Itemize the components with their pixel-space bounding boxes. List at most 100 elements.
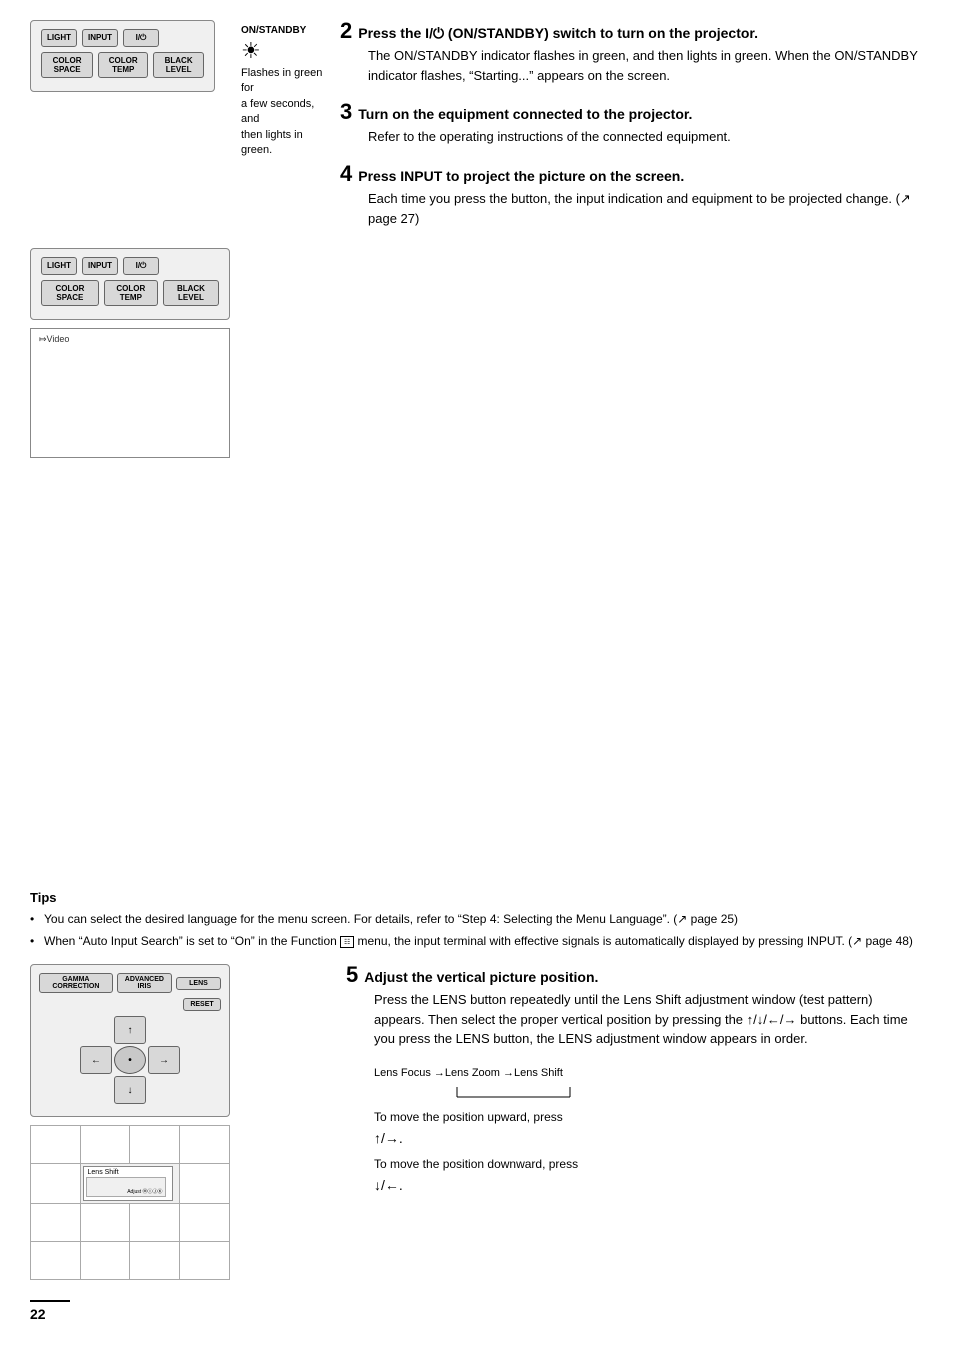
tips-list: You can select the desired language for …: [30, 910, 924, 950]
grid-cell-4-3: [130, 1242, 180, 1280]
grid-row-1: [31, 1126, 230, 1164]
step-5: 5 Adjust the vertical picture position. …: [346, 964, 924, 1197]
screen-label: ⤇Video: [39, 334, 69, 345]
panel2-btn-colortemp: COLOR TEMP: [104, 280, 158, 306]
grid-cell-4-4: [180, 1242, 230, 1280]
lens-btn-reset: RESET: [183, 998, 221, 1011]
lens-seq-bracket-line: [374, 1085, 924, 1102]
panel2-row-1: LIGHT INPUT I/⏻: [41, 257, 219, 275]
step-4-header: 4 Press INPUT to project the picture on …: [340, 163, 924, 185]
step-5-header: 5 Adjust the vertical picture position.: [346, 964, 924, 986]
panel2-btn-input: INPUT: [82, 257, 118, 275]
grid-cell-2-1: [31, 1164, 81, 1204]
page-number: 22: [30, 1300, 70, 1322]
lens-shift-display: Lens Shift Adjust ⓂⒾⒿⓀ: [80, 1164, 180, 1204]
lens-btn-iris: ADVANCED IRIS: [117, 973, 172, 993]
grid-cell-4-2: [80, 1242, 130, 1280]
panel2-btn-light: LIGHT: [41, 257, 77, 275]
grid-cell-3-4: [180, 1204, 230, 1242]
step-2: 2 Press the I/⏻ (ON/STANDBY) switch to t…: [340, 20, 924, 85]
panel-btn-colorspace: COLOR SPACE: [41, 52, 93, 78]
step-3-title: Turn on the equipment connected to the p…: [358, 105, 692, 123]
step-4-body: Each time you press the button, the inpu…: [368, 189, 924, 228]
grid-cell-1-1: [31, 1126, 81, 1164]
bottom-right: 5 Adjust the vertical picture position. …: [346, 964, 924, 1280]
lens-seq-text: Lens Focus →Lens Zoom →Lens Shift: [374, 1067, 563, 1079]
step-4-title: Press INPUT to project the picture on th…: [358, 167, 684, 185]
lens-grid-table: Lens Shift Adjust ⓂⒾⒿⓀ: [30, 1125, 230, 1280]
grid-cell-3-3: [130, 1204, 180, 1242]
grid-cell-1-3: [130, 1126, 180, 1164]
grid-cell-4-1: [31, 1242, 81, 1280]
screen-display: ⤇Video: [30, 328, 230, 458]
grid-row-3: [31, 1204, 230, 1242]
menu-icon: ☷: [340, 936, 354, 948]
step-3-header: 3 Turn on the equipment connected to the…: [340, 101, 924, 123]
panel-btn-light: LIGHT: [41, 29, 77, 47]
indicator-label: ON/STANDBY: [241, 25, 306, 36]
step-3-body: Refer to the operating instructions of t…: [368, 127, 924, 147]
panel2-btn-power: I/⏻: [123, 257, 159, 275]
step-4: 4 Press INPUT to project the picture on …: [340, 163, 924, 228]
step-2-header: 2 Press the I/⏻ (ON/STANDBY) switch to t…: [340, 20, 924, 42]
panel2-btn-blacklevel: BLACK LEVEL: [163, 280, 219, 306]
lens-adjust-label: Adjust ⓂⒾⒿⓀ: [127, 1188, 162, 1195]
step-3: 3 Turn on the equipment connected to the…: [340, 101, 924, 147]
dpad-down: ↓: [114, 1076, 146, 1104]
main-content: LIGHT INPUT I/⏻ COLOR SPACE COLOR TEMP B…: [30, 20, 924, 880]
bottom-left: GAMMA CORRECTION ADVANCED IRIS LENS RESE…: [30, 964, 330, 1280]
lens-shift-label: Lens Shift: [86, 1169, 170, 1176]
step-2-body: The ON/STANDBY indicator flashes in gree…: [368, 46, 924, 85]
lens-panel-row2: RESET: [39, 998, 221, 1011]
sun-icon: ☀: [241, 40, 261, 62]
tips-section: Tips You can select the desired language…: [30, 890, 924, 954]
lens-bracket-svg: [374, 1085, 574, 1099]
left-column: LIGHT INPUT I/⏻ COLOR SPACE COLOR TEMP B…: [30, 20, 330, 880]
lens-down-note: To move the position downward, press ↓/←…: [374, 1155, 924, 1197]
step-2-num: 2: [340, 20, 352, 42]
panel-row-1: LIGHT INPUT I/⏻: [41, 29, 204, 47]
panel-btn-input: INPUT: [82, 29, 118, 47]
right-column: 2 Press the I/⏻ (ON/STANDBY) switch to t…: [340, 20, 924, 880]
grid-cell-1-4: [180, 1126, 230, 1164]
lens-panel: GAMMA CORRECTION ADVANCED IRIS LENS RESE…: [30, 964, 230, 1117]
indicator-area: ON/STANDBY ☀ Flashes in green for a few …: [241, 25, 330, 158]
step-5-num: 5: [346, 964, 358, 986]
dpad: ↑ ← • → ↓: [80, 1016, 180, 1104]
dpad-center: •: [114, 1046, 146, 1074]
top-section: LIGHT INPUT I/⏻ COLOR SPACE COLOR TEMP B…: [30, 20, 330, 158]
panel-btn-power: I/⏻: [123, 29, 159, 47]
step-3-num: 3: [340, 101, 352, 123]
panel-1: LIGHT INPUT I/⏻ COLOR SPACE COLOR TEMP B…: [30, 20, 215, 92]
step-2-title: Press the I/⏻ (ON/STANDBY) switch to tur…: [358, 24, 758, 42]
step-5-title: Adjust the vertical picture position.: [364, 968, 598, 986]
dpad-left: ←: [80, 1046, 112, 1074]
tips-item-1: You can select the desired language for …: [30, 910, 924, 928]
grid-cell-1-2: [80, 1126, 130, 1164]
grid-row-4: [31, 1242, 230, 1280]
bottom-section: GAMMA CORRECTION ADVANCED IRIS LENS RESE…: [30, 964, 924, 1280]
panel-2-wrapper: LIGHT INPUT I/⏻ COLOR SPACE COLOR TEMP B…: [30, 248, 330, 458]
grid-cell-2-4: [180, 1164, 230, 1204]
grid-cell-3-2: [80, 1204, 130, 1242]
panel-row-2: COLOR SPACE COLOR TEMP BLACK LEVEL: [41, 52, 204, 78]
tips-item-2: When “Auto Input Search” is set to “On” …: [30, 932, 924, 950]
panel-btn-colortemp: COLOR TEMP: [98, 52, 148, 78]
spacer-1: [30, 178, 330, 238]
dpad-right: →: [148, 1046, 180, 1074]
indicator-text: Flashes in green for a few seconds, and …: [241, 66, 330, 158]
step-4-num: 4: [340, 163, 352, 185]
lens-sequence-wrapper: Lens Focus →Lens Zoom →Lens Shift To mov…: [374, 1061, 924, 1197]
grid-cell-3-1: [31, 1204, 81, 1242]
panel2-btn-colorspace: COLOR SPACE: [41, 280, 99, 306]
panel-btn-blacklevel: BLACK LEVEL: [153, 52, 204, 78]
page: LIGHT INPUT I/⏻ COLOR SPACE COLOR TEMP B…: [0, 0, 954, 1352]
step-5-body: Press the LENS button repeatedly until t…: [374, 990, 924, 1049]
panel2-row-2: COLOR SPACE COLOR TEMP BLACK LEVEL: [41, 280, 219, 306]
dpad-up: ↑: [114, 1016, 146, 1044]
lens-sequence: Lens Focus →Lens Zoom →Lens Shift: [374, 1067, 924, 1079]
tips-title: Tips: [30, 890, 924, 905]
panel-2: LIGHT INPUT I/⏻ COLOR SPACE COLOR TEMP B…: [30, 248, 230, 320]
lens-up-note: To move the position upward, press ↑/→.: [374, 1108, 924, 1150]
grid-row-2: Lens Shift Adjust ⓂⒾⒿⓀ: [31, 1164, 230, 1204]
